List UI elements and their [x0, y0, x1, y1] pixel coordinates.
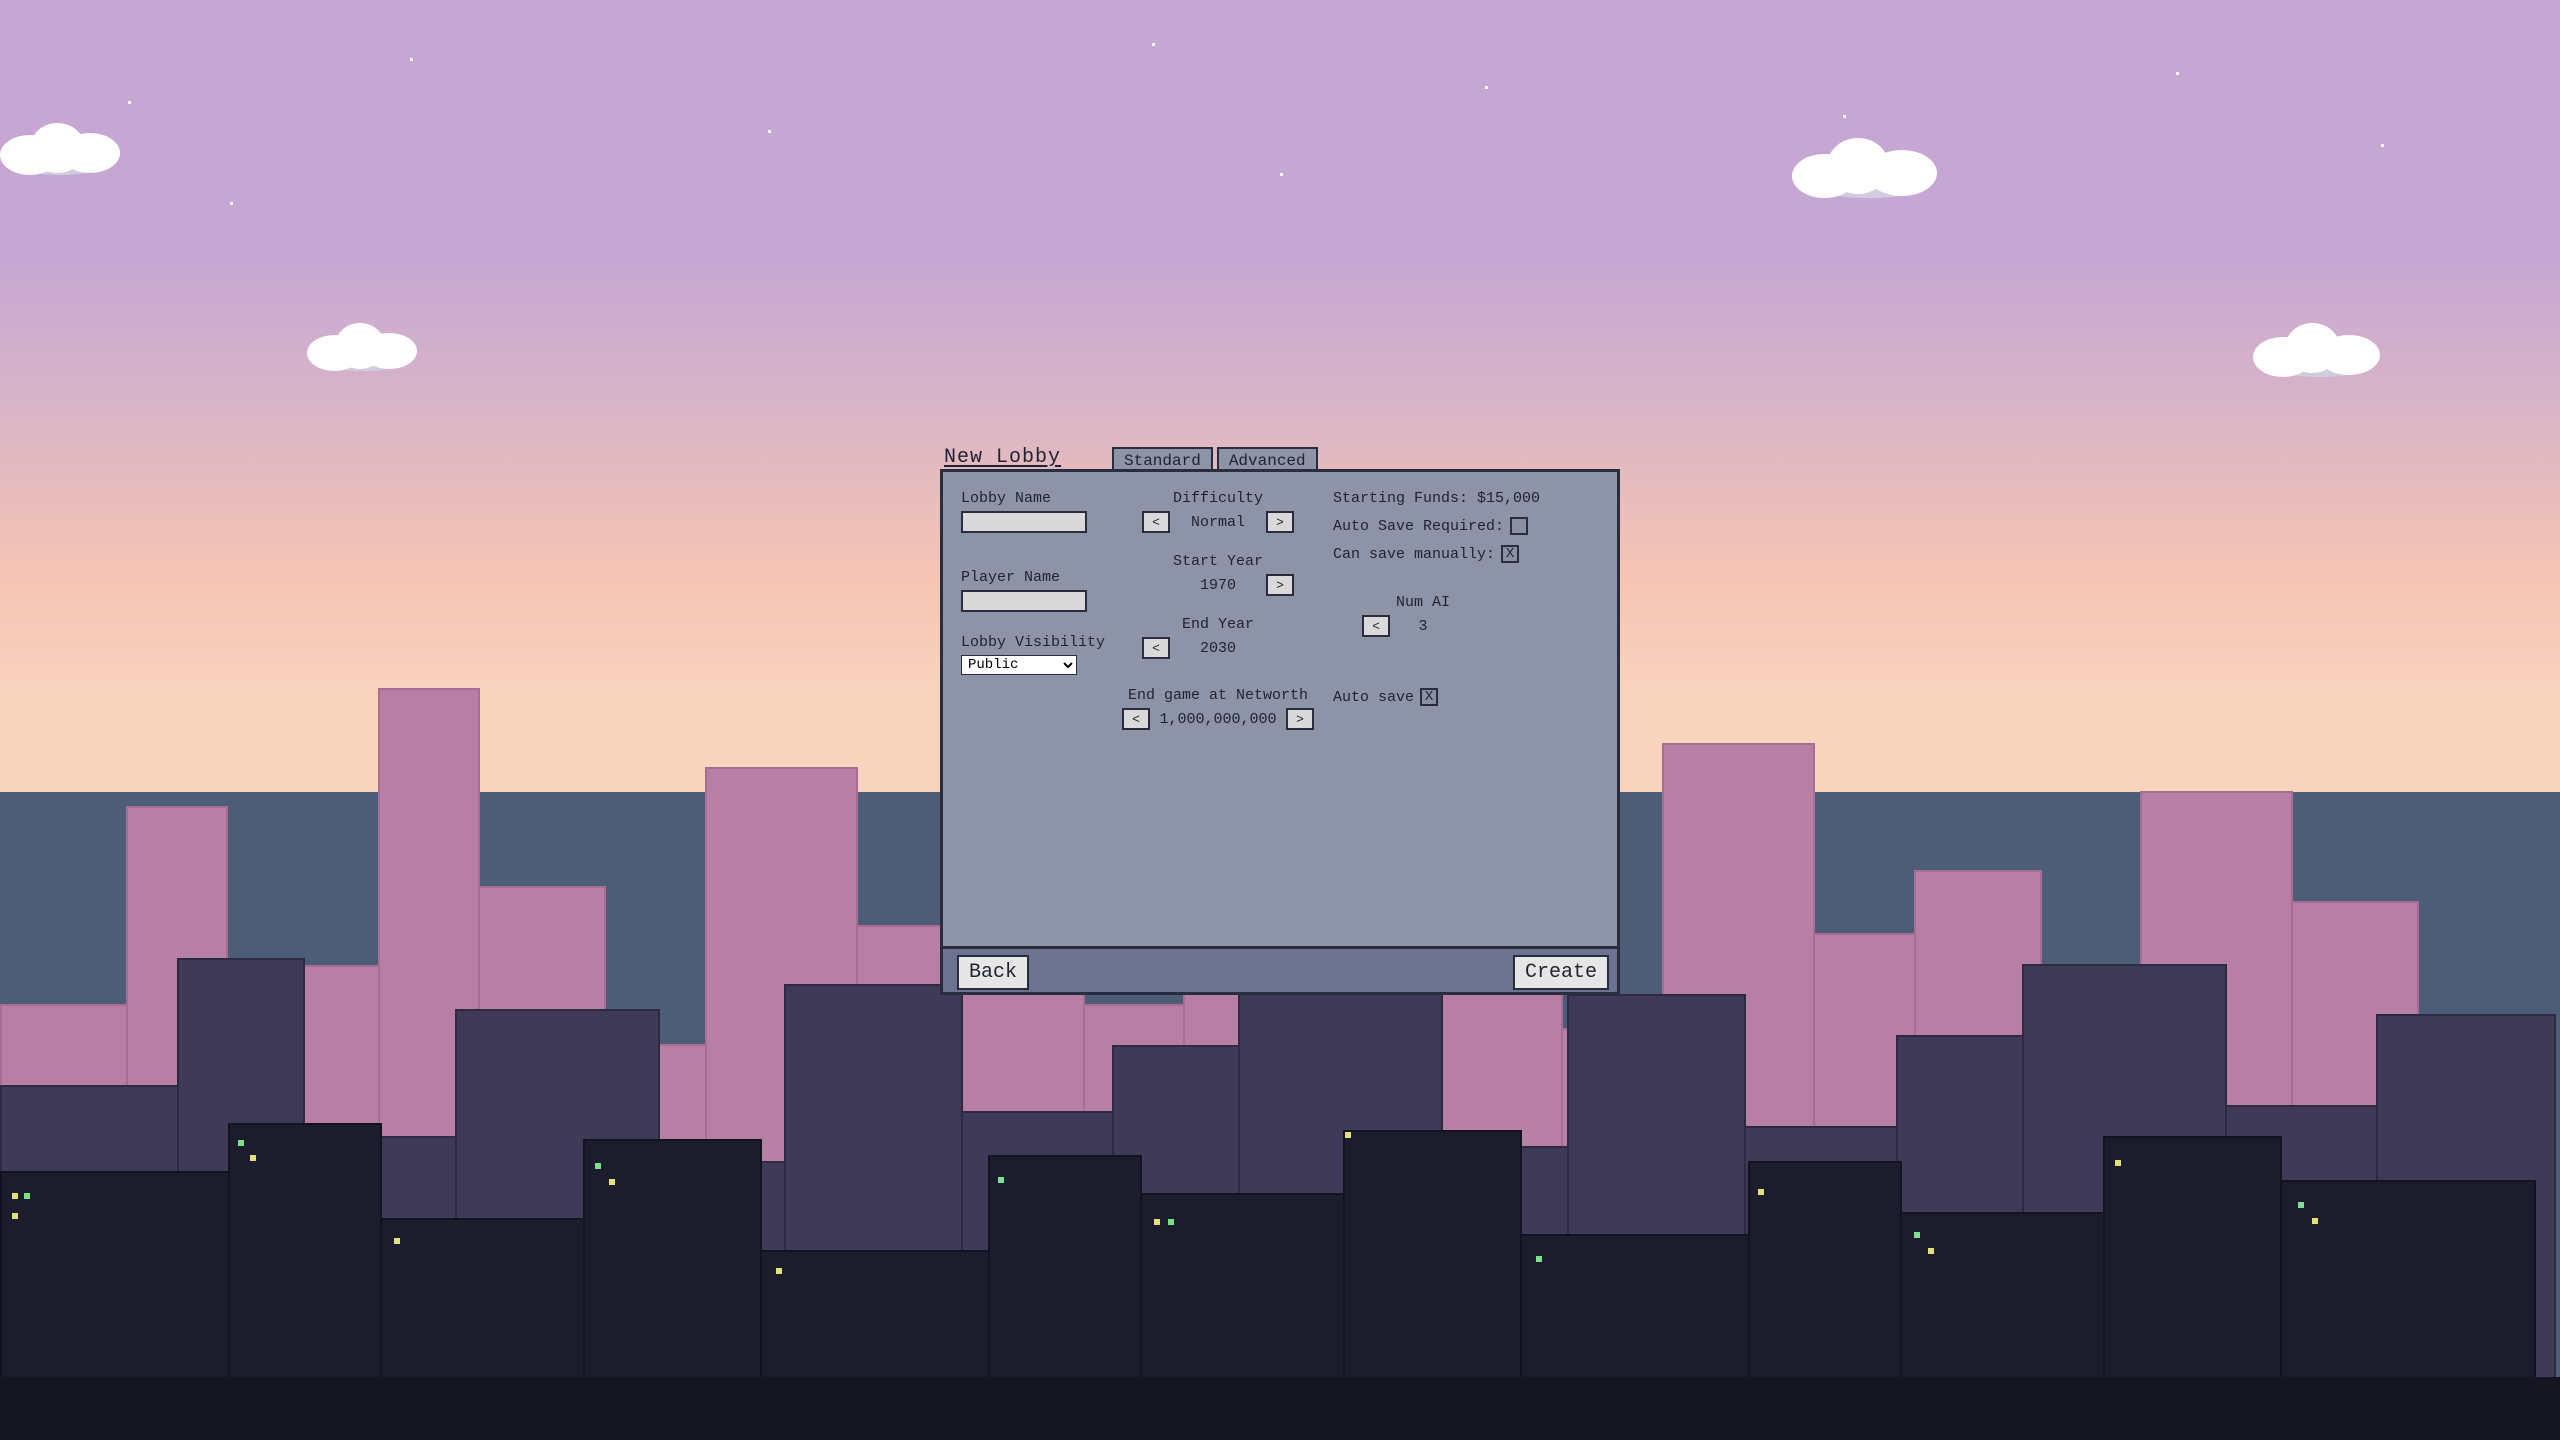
networth-value: 1,000,000,000 [1158, 711, 1278, 728]
networth-prev-button[interactable]: < [1122, 708, 1150, 730]
starting-funds-label: Starting Funds: $15,000 [1333, 490, 1603, 507]
difficulty-prev-button[interactable]: < [1142, 511, 1170, 533]
start-year-value: 1970 [1178, 577, 1258, 594]
difficulty-label: Difficulty [1113, 490, 1323, 507]
back-button[interactable]: Back [957, 955, 1029, 990]
lobby-visibility-label: Lobby Visibility [961, 634, 1111, 651]
cloud [1792, 130, 1952, 200]
player-name-label: Player Name [961, 569, 1111, 586]
difficulty-value: Normal [1178, 514, 1258, 531]
lobby-visibility-select[interactable]: Public [961, 655, 1077, 675]
chevron-left-icon: < [1132, 712, 1140, 727]
lobby-name-input[interactable] [961, 511, 1087, 533]
cloud [2253, 317, 2393, 377]
start-year-label: Start Year [1113, 553, 1323, 570]
chevron-right-icon: > [1296, 712, 1304, 727]
tab-standard[interactable]: Standard [1112, 447, 1213, 469]
chevron-right-icon: > [1276, 578, 1284, 593]
lobby-name-label: Lobby Name [961, 490, 1111, 507]
auto-save-label: Auto save [1333, 689, 1414, 706]
auto-save-checkbox[interactable]: X [1420, 688, 1438, 706]
start-year-next-button[interactable]: > [1266, 574, 1294, 596]
can-save-manually-label: Can save manually: [1333, 546, 1495, 563]
chevron-left-icon: < [1152, 515, 1160, 530]
networth-next-button[interactable]: > [1286, 708, 1314, 730]
panel-footer: Back Create [940, 949, 1620, 995]
chevron-right-icon: > [1276, 515, 1284, 530]
difficulty-next-button[interactable]: > [1266, 511, 1294, 533]
player-name-input[interactable] [961, 590, 1087, 612]
networth-label: End game at Networth [1113, 687, 1323, 704]
num-ai-prev-button[interactable]: < [1362, 615, 1390, 637]
chevron-left-icon: < [1152, 641, 1160, 656]
end-year-label: End Year [1113, 616, 1323, 633]
chevron-left-icon: < [1372, 619, 1380, 634]
num-ai-label: Num AI [1333, 594, 1513, 611]
autosave-required-label: Auto Save Required: [1333, 518, 1504, 535]
cloud [0, 115, 130, 175]
create-button[interactable]: Create [1513, 955, 1609, 990]
panel-title: New Lobby [940, 446, 1112, 469]
cloud [307, 317, 427, 372]
can-save-manually-checkbox[interactable]: X [1501, 545, 1519, 563]
end-year-value: 2030 [1178, 640, 1258, 657]
end-year-prev-button[interactable]: < [1142, 637, 1170, 659]
autosave-required-checkbox[interactable] [1510, 517, 1528, 535]
num-ai-value: 3 [1398, 618, 1448, 635]
tab-advanced[interactable]: Advanced [1217, 447, 1318, 469]
new-lobby-panel: New Lobby Standard Advanced Lobby Name P… [940, 445, 1620, 995]
